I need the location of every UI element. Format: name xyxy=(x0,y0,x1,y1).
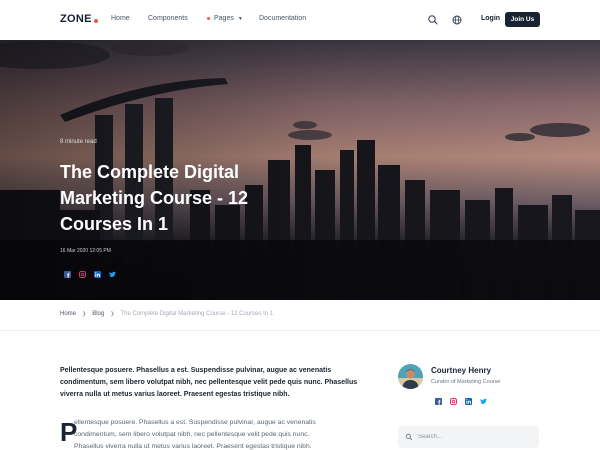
twitter-icon[interactable] xyxy=(108,270,116,278)
paragraph-line: Phasellus viverra nulla ut metus varius … xyxy=(74,443,312,450)
author-role: Curator of Marketing Course xyxy=(431,379,501,385)
active-dot xyxy=(207,17,210,20)
breadcrumb-current: The Complete Digital Marketing Course - … xyxy=(120,311,274,317)
linkedin-icon[interactable] xyxy=(93,270,101,278)
logo-dot xyxy=(93,19,98,23)
search-icon[interactable] xyxy=(427,13,439,25)
breadcrumb-blog[interactable]: Blog xyxy=(92,311,104,317)
instagram-icon[interactable] xyxy=(449,397,457,405)
nav-components[interactable]: Components xyxy=(148,15,188,22)
facebook-icon[interactable] xyxy=(63,270,71,278)
author-name[interactable]: Courtney Henry xyxy=(431,366,491,375)
author-social-links xyxy=(434,397,487,405)
globe-icon[interactable] xyxy=(451,13,463,25)
top-navbar: ZONE Home Components Pages ▼ Documentati… xyxy=(0,0,600,40)
hero-banner: 8 minute read The Complete Digital Marke… xyxy=(0,40,600,300)
breadcrumb-home[interactable]: Home xyxy=(60,311,76,317)
linkedin-icon[interactable] xyxy=(464,397,472,405)
read-time: 8 minute read xyxy=(60,139,97,145)
facebook-icon[interactable] xyxy=(434,397,442,405)
avatar[interactable] xyxy=(398,364,423,389)
login-link[interactable]: Login xyxy=(481,15,500,22)
chevron-down-icon: ▼ xyxy=(237,15,243,22)
article-paragraph: ellentesque posuere. Phasellus a est. Su… xyxy=(74,417,360,450)
search-input[interactable] xyxy=(418,434,528,440)
logo-text: ZONE xyxy=(60,13,92,25)
logo[interactable]: ZONE xyxy=(60,13,98,25)
nav-pages-label: Pages xyxy=(214,15,234,22)
paragraph-line: ellentesque posuere. Phasellus a est. Su… xyxy=(74,419,316,426)
search-box[interactable] xyxy=(398,426,539,448)
publish-date: 16 Mar 2020 12:05 PM xyxy=(60,248,111,254)
nav-home[interactable]: Home xyxy=(111,15,130,22)
search-icon xyxy=(405,428,413,446)
breadcrumb: Home ❯ Blog ❯ The Complete Digital Marke… xyxy=(60,311,273,317)
instagram-icon[interactable] xyxy=(78,270,86,278)
paragraph-line: condimentum, sem libero volutpat nibh, n… xyxy=(74,431,310,438)
nav-pages[interactable]: Pages ▼ xyxy=(207,15,243,22)
twitter-icon[interactable] xyxy=(479,397,487,405)
section-divider xyxy=(0,330,600,331)
hero-social-links xyxy=(63,270,116,278)
join-us-button[interactable]: Join Us xyxy=(505,12,540,27)
chevron-right-icon: ❯ xyxy=(110,311,115,317)
chevron-right-icon: ❯ xyxy=(82,311,87,317)
article-lead: Pellentesque posuere. Phasellus a est. S… xyxy=(60,367,358,398)
nav-documentation[interactable]: Documentation xyxy=(259,15,306,22)
page-title: The Complete Digital Marketing Course - … xyxy=(60,162,249,234)
